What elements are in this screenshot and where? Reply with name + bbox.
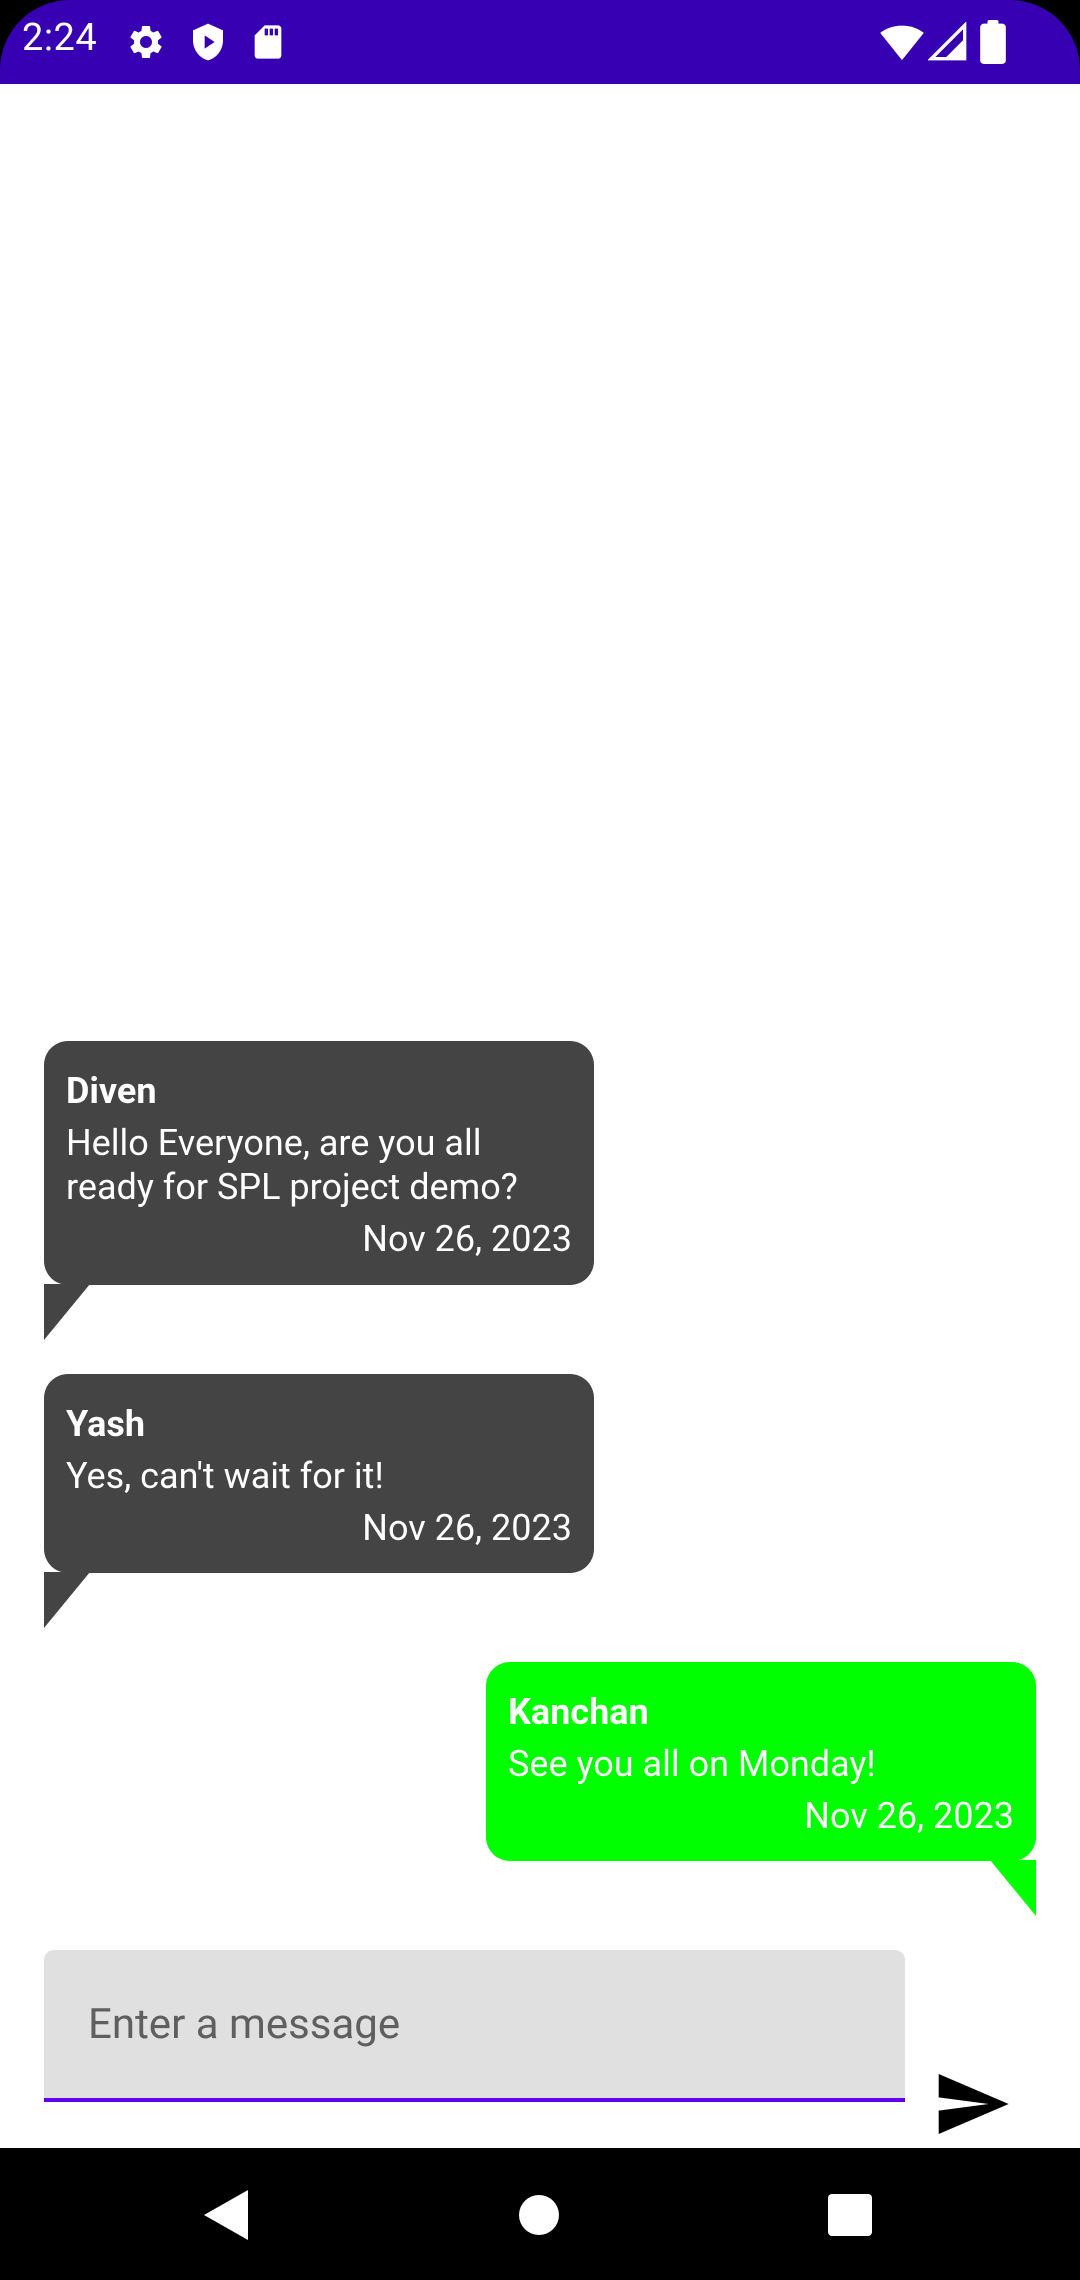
message-date: Nov 26, 2023 [362,1507,572,1549]
battery-icon [980,20,1006,64]
message-text: See you all on Monday! [508,1743,876,1785]
message-bubble: Diven Hello Everyone, are you all ready … [44,1041,594,1285]
recents-icon[interactable] [828,2194,872,2236]
message-tail [44,1284,90,1340]
message-date: Nov 26, 2023 [362,1218,572,1260]
navigation-bar [0,2148,1080,2280]
chat-area[interactable]: Diven Hello Everyone, are you all ready … [0,84,1080,2148]
message-input-container [44,1950,905,2102]
message-sender: Yash [66,1403,146,1445]
message-tail [990,1860,1036,1916]
send-icon[interactable] [932,2064,1012,2144]
message-tail [44,1572,90,1628]
settings-icon [130,25,162,58]
message-date: Nov 26, 2023 [804,1795,1014,1837]
message-text: Yes, can't wait for it! [66,1455,384,1497]
home-icon[interactable] [518,2194,560,2236]
message-text: Hello Everyone, are you all ready for SP… [66,1122,518,1208]
message-bubble: Yash Yes, can't wait for it! Nov 26, 202… [44,1374,594,1573]
status-time: 2:24 [22,16,98,60]
screen: 2:24 Diven Hello Everyone, are you all r… [0,0,1080,2280]
shield-play-icon [193,23,223,61]
message-bubble: Kanchan See you all on Monday! Nov 26, 2… [486,1662,1036,1861]
message-input[interactable] [44,1950,905,2098]
message-sender: Diven [66,1070,157,1112]
wifi-icon [880,25,924,61]
sd-card-icon [254,25,282,59]
back-icon[interactable] [204,2190,248,2240]
status-bar: 2:24 [0,0,1080,84]
cell-signal-icon [928,22,967,61]
message-sender: Kanchan [508,1691,649,1733]
